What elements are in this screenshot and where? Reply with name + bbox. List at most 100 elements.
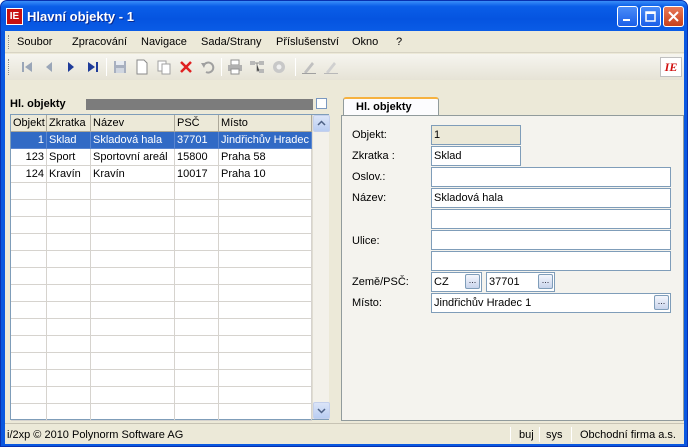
- empty-table-row[interactable]: [11, 353, 312, 370]
- title-bar[interactable]: IE Hlavní objekty - 1: [1, 1, 687, 31]
- menu-grip[interactable]: [8, 35, 11, 49]
- tab-hl-objekty[interactable]: Hl. objekty: [343, 97, 439, 116]
- empty-cell: [219, 370, 312, 387]
- misto-lookup-button[interactable]: ...: [654, 295, 669, 310]
- tree-icon[interactable]: [249, 59, 265, 75]
- column-header-zkratka[interactable]: Zkratka: [47, 115, 91, 132]
- column-header-psc[interactable]: PSČ: [175, 115, 219, 132]
- cell-objekt: 1: [11, 132, 47, 149]
- print-icon[interactable]: [227, 59, 243, 75]
- copy-icon[interactable]: [156, 59, 172, 75]
- empty-cell: [91, 285, 175, 302]
- empty-table-row[interactable]: [11, 183, 312, 200]
- empty-cell: [219, 404, 312, 421]
- misto-field[interactable]: Jindřichův Hradec 1: [431, 293, 671, 313]
- settings-icon[interactable]: [271, 59, 287, 75]
- empty-table-row[interactable]: [11, 370, 312, 387]
- empty-table-row[interactable]: [11, 217, 312, 234]
- ulice1-field[interactable]: [431, 230, 671, 250]
- empty-table-row[interactable]: [11, 387, 312, 404]
- empty-cell: [47, 251, 91, 268]
- status-database: sys: [546, 429, 563, 441]
- maximize-icon: [645, 11, 656, 22]
- empty-cell: [47, 234, 91, 251]
- column-header-misto[interactable]: Místo: [219, 115, 312, 132]
- column-header-nazev[interactable]: Název: [91, 115, 175, 132]
- empty-cell: [11, 336, 47, 353]
- table-row[interactable]: 124 Kravín Kravín 10017 Praha 10: [11, 166, 312, 183]
- empty-cell: [175, 217, 219, 234]
- menu-navigace[interactable]: Navigace: [141, 36, 187, 48]
- cell-nazev: Skladová hala: [91, 132, 175, 149]
- copyright-text: i/2xp © 2010 Polynorm Software AG: [7, 429, 184, 441]
- close-button[interactable]: [663, 6, 684, 27]
- empty-table-row[interactable]: [11, 251, 312, 268]
- vertical-scrollbar[interactable]: [312, 115, 330, 419]
- ulice2-field[interactable]: [431, 251, 671, 271]
- empty-cell: [175, 319, 219, 336]
- empty-table-row[interactable]: [11, 234, 312, 251]
- empty-table-row[interactable]: [11, 302, 312, 319]
- menu-zpracovani[interactable]: Zpracování: [72, 36, 127, 48]
- menu-okno[interactable]: Okno: [352, 36, 378, 48]
- empty-cell: [47, 183, 91, 200]
- prev-record-icon[interactable]: [41, 59, 57, 75]
- menu-sada-strany[interactable]: Sada/Strany: [201, 36, 262, 48]
- panel-options-icon[interactable]: [316, 98, 327, 109]
- empty-cell: [175, 353, 219, 370]
- zeme-lookup-button[interactable]: ...: [465, 274, 480, 289]
- empty-cell: [175, 336, 219, 353]
- empty-cell: [219, 217, 312, 234]
- edit-icon[interactable]: [301, 59, 317, 75]
- undo-icon[interactable]: [200, 59, 216, 75]
- empty-cell: [175, 234, 219, 251]
- client-area: Soubor Zpracování Navigace Sada/Strany P…: [5, 31, 684, 444]
- minimize-button[interactable]: [617, 6, 638, 27]
- psc-lookup-button[interactable]: ...: [538, 274, 553, 289]
- empty-cell: [219, 387, 312, 404]
- empty-table-row[interactable]: [11, 404, 312, 421]
- empty-table-row[interactable]: [11, 200, 312, 217]
- objects-table[interactable]: Objekt Zkratka Název PSČ Místo 1 Sklad S…: [10, 114, 330, 421]
- empty-cell: [175, 302, 219, 319]
- oslov-field[interactable]: [431, 167, 671, 187]
- empty-cell: [219, 353, 312, 370]
- table-row[interactable]: 123 Sport Sportovní areál 15800 Praha 58: [11, 149, 312, 166]
- last-record-icon[interactable]: [85, 59, 101, 75]
- menu-help[interactable]: ?: [396, 36, 402, 48]
- table-row[interactable]: 1 Sklad Skladová hala 37701 Jindřichův H…: [11, 132, 312, 149]
- menu-prislusenstvi[interactable]: Příslušenství: [276, 36, 339, 48]
- status-bar: i/2xp © 2010 Polynorm Software AG buj sy…: [5, 423, 684, 444]
- table-header: Objekt Zkratka Název PSČ Místo: [11, 115, 312, 132]
- maximize-button[interactable]: [640, 6, 661, 27]
- menu-soubor[interactable]: Soubor: [17, 36, 52, 48]
- empty-cell: [219, 336, 312, 353]
- first-record-icon[interactable]: [19, 59, 35, 75]
- nazev-field[interactable]: Skladová hala: [431, 188, 671, 208]
- nazev2-field[interactable]: [431, 209, 671, 229]
- objekt-field: 1: [431, 125, 521, 145]
- status-separator: [510, 427, 511, 442]
- column-header-objekt[interactable]: Objekt: [11, 115, 47, 132]
- scroll-down-button[interactable]: [313, 402, 330, 419]
- empty-cell: [219, 200, 312, 217]
- save-icon[interactable]: [112, 59, 128, 75]
- empty-table-row[interactable]: [11, 336, 312, 353]
- empty-cell: [11, 387, 47, 404]
- zkratka-field[interactable]: Sklad: [431, 146, 521, 166]
- next-record-icon[interactable]: [63, 59, 79, 75]
- empty-cell: [47, 336, 91, 353]
- status-user: buj: [519, 429, 534, 441]
- scroll-up-button[interactable]: [313, 115, 330, 132]
- new-icon[interactable]: [134, 59, 150, 75]
- empty-cell: [47, 353, 91, 370]
- label-nazev: Název:: [352, 192, 387, 204]
- edit-disabled-icon[interactable]: [323, 59, 339, 75]
- toolbar-grip[interactable]: [8, 59, 11, 75]
- delete-icon[interactable]: [178, 59, 194, 75]
- empty-table-row[interactable]: [11, 319, 312, 336]
- cell-objekt: 124: [11, 166, 47, 183]
- empty-table-row[interactable]: [11, 285, 312, 302]
- empty-table-row[interactable]: [11, 268, 312, 285]
- empty-cell: [91, 404, 175, 421]
